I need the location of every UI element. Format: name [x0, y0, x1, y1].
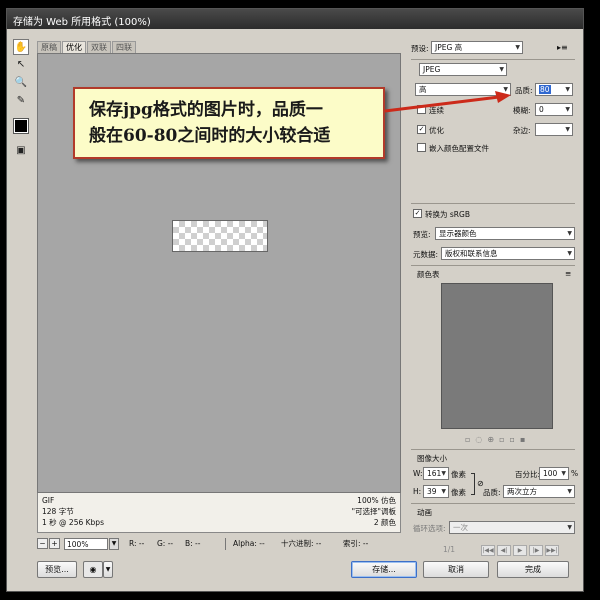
preset-select[interactable]: JPEG 高: [431, 41, 523, 54]
alpha-readout: Alpha: --: [233, 539, 265, 548]
width-label: W:: [413, 469, 423, 478]
height-input[interactable]: 39: [423, 485, 449, 498]
done-button[interactable]: 完成: [497, 561, 569, 578]
annotation-arrow-icon: [384, 91, 511, 113]
frame-counter: 1/1: [443, 545, 456, 554]
blue-readout: B: --: [185, 539, 201, 548]
info-format: GIF: [42, 496, 55, 505]
divider: [411, 203, 575, 204]
toolbox: ✋ ↖ 🔍 ✎ ▣: [11, 39, 33, 169]
constrain-bracket: [471, 473, 475, 495]
divider: [411, 449, 575, 450]
blur-label: 模糊:: [513, 106, 531, 115]
resample-label: 品质:: [483, 488, 501, 497]
save-for-web-dialog: 存储为 Web 所用格式 (100%) ✋ ↖ 🔍 ✎ ▣ 原稿 优化 双联 四联 G…: [6, 8, 584, 592]
zoom-level-select[interactable]: 100%: [64, 538, 108, 550]
annotation-line-1: 保存jpg格式的图片时，品质一: [89, 100, 323, 120]
width-unit: 像素: [451, 470, 466, 479]
cancel-button[interactable]: 取消: [423, 561, 489, 578]
window-title: 存储为 Web 所用格式 (100%): [13, 17, 151, 28]
quality-input[interactable]: 80: [535, 83, 573, 96]
resample-select[interactable]: 两次立方: [503, 485, 575, 498]
optimization-info: GIF 128 字节 1 秒 @ 256 Kbps 100% 仿色 "可选择"调…: [37, 493, 401, 533]
loop-select[interactable]: 一次: [449, 521, 575, 534]
embed-profile-checkbox[interactable]: [417, 143, 426, 152]
info-download-speed: 1 秒 @ 256 Kbps: [42, 518, 104, 527]
zoom-out-button[interactable]: −: [37, 538, 48, 549]
green-readout: G: --: [157, 539, 174, 548]
zoom-tool-icon[interactable]: 🔍: [13, 75, 29, 91]
optimized-checkbox[interactable]: ✓: [417, 125, 426, 134]
play-icon[interactable]: ▶: [513, 545, 527, 556]
metadata-label: 元数据:: [413, 250, 439, 259]
slice-select-tool-icon[interactable]: ↖: [13, 57, 29, 73]
info-file-size: 128 字节: [42, 507, 74, 516]
panel-menu-icon[interactable]: ▸≡: [557, 43, 568, 52]
color-table-menu-icon[interactable]: ≡: [565, 269, 571, 278]
width-input[interactable]: 161: [423, 467, 449, 480]
eyedropper-color-swatch[interactable]: [13, 118, 29, 134]
status-divider: [225, 538, 226, 550]
convert-srgb-checkbox[interactable]: ✓: [413, 209, 422, 218]
prev-frame-icon[interactable]: ◀|: [497, 545, 511, 556]
height-label: H:: [413, 487, 422, 496]
percent-unit: %: [571, 469, 579, 478]
transparent-image-preview: [172, 220, 268, 252]
zoom-dropdown-icon[interactable]: ▼: [109, 538, 119, 550]
convert-srgb-label: 转换为 sRGB: [425, 210, 470, 219]
color-table-tool-icons[interactable]: ▫◌⊕▫▫▪: [465, 435, 530, 444]
info-colors: 2 颜色: [373, 518, 396, 527]
height-unit: 像素: [451, 488, 466, 497]
blur-input[interactable]: 0: [535, 103, 573, 116]
browser-dropdown-icon[interactable]: ▼: [103, 561, 113, 578]
preset-label: 预设:: [411, 44, 429, 53]
preview-button[interactable]: 预览...: [37, 561, 77, 578]
info-palette: "可选择"调板: [351, 507, 396, 516]
percent-input[interactable]: 100: [539, 467, 569, 480]
hand-tool-icon[interactable]: ✋: [13, 39, 29, 55]
quality-label: 品质:: [515, 86, 533, 95]
red-readout: R: --: [129, 539, 145, 548]
hex-readout: 十六进制: --: [281, 539, 322, 548]
browser-preview-icon[interactable]: ◉: [83, 561, 103, 578]
matte-select[interactable]: [535, 123, 573, 136]
animation-label: 动画: [417, 508, 432, 517]
image-size-label: 图像大小: [417, 454, 447, 463]
annotation-line-2: 般在60-80之间时的大小较合适: [89, 126, 331, 146]
color-table-label: 颜色表: [417, 270, 440, 279]
eyedropper-tool-icon[interactable]: ✎: [13, 93, 29, 109]
optimized-label: 优化: [429, 126, 444, 135]
first-frame-icon[interactable]: |◀◀: [481, 545, 495, 556]
preview-mode-select[interactable]: 显示器颜色: [435, 227, 575, 240]
zoom-in-button[interactable]: +: [49, 538, 60, 549]
save-button[interactable]: 存储...: [351, 561, 417, 578]
view-tabs: 原稿 优化 双联 四联: [37, 41, 137, 54]
toggle-slices-icon[interactable]: ▣: [13, 143, 29, 159]
title-bar: 存储为 Web 所用格式 (100%): [7, 9, 583, 29]
format-select[interactable]: JPEG: [419, 63, 507, 76]
divider: [411, 503, 575, 504]
color-table[interactable]: [441, 283, 553, 429]
next-frame-icon[interactable]: |▶: [529, 545, 543, 556]
index-readout: 索引: --: [343, 539, 369, 548]
frame-nav-controls: |◀◀ ◀| ▶ |▶ ▶▶|: [481, 545, 577, 556]
annotation-callout: 保存jpg格式的图片时，品质一 般在60-80之间时的大小较合适: [73, 87, 385, 159]
divider: [411, 59, 575, 60]
percent-label: 百分比:: [515, 470, 541, 479]
last-frame-icon[interactable]: ▶▶|: [545, 545, 559, 556]
preview-mode-label: 预览:: [413, 230, 431, 239]
loop-label: 循环选项:: [413, 524, 446, 533]
metadata-select[interactable]: 版权和联系信息: [441, 247, 575, 260]
matte-label: 杂边:: [513, 126, 531, 135]
info-dither: 100% 仿色: [357, 496, 396, 505]
embed-profile-label: 嵌入颜色配置文件: [429, 144, 489, 153]
divider: [411, 265, 575, 266]
